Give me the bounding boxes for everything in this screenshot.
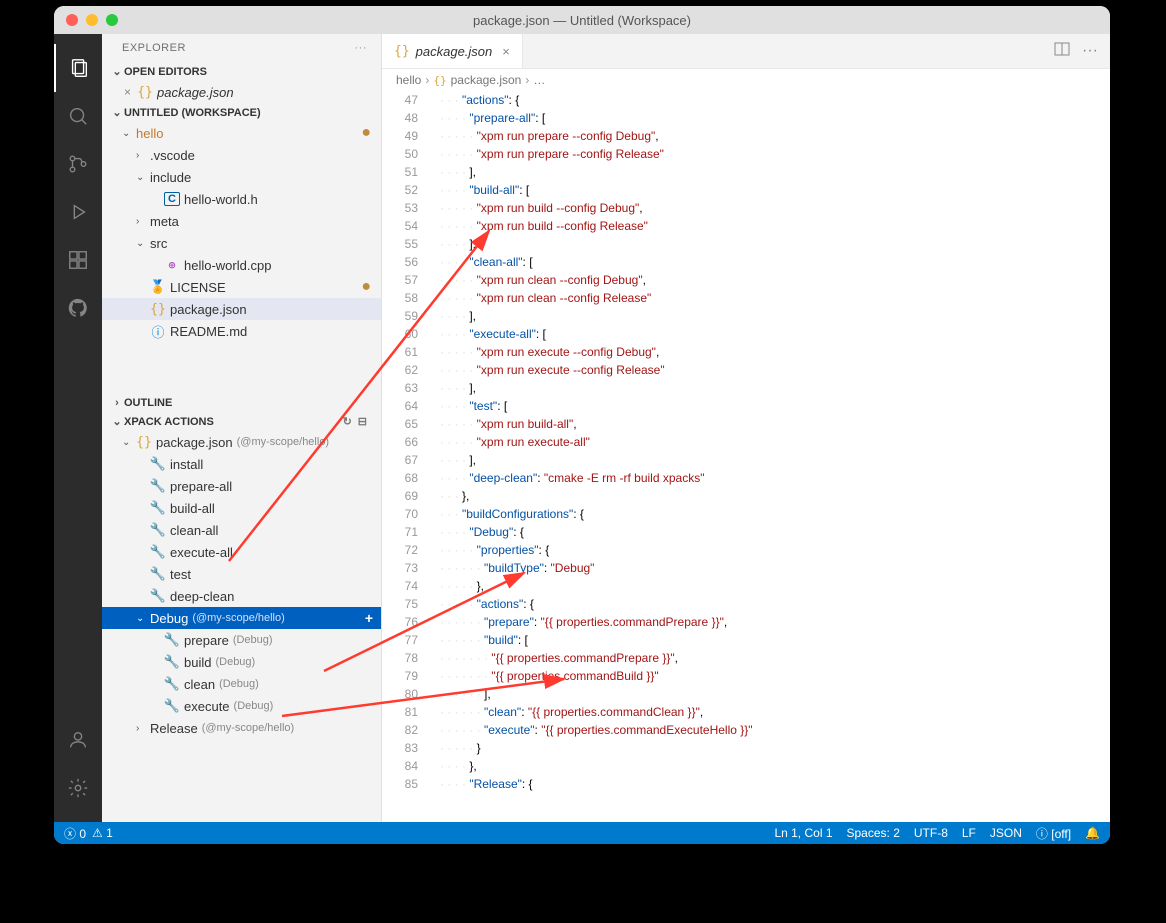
- json-icon: {}: [394, 44, 410, 59]
- folder-include[interactable]: ⌄include: [102, 166, 381, 188]
- accounts-icon[interactable]: [54, 716, 102, 764]
- xpack-action-clean[interactable]: 🔧clean(Debug): [102, 673, 381, 695]
- warnings-status[interactable]: ⚠ 1: [92, 826, 113, 840]
- folder-meta[interactable]: ›meta: [102, 210, 381, 232]
- search-icon[interactable]: [54, 92, 102, 140]
- window-title: package.json — Untitled (Workspace): [54, 13, 1110, 28]
- license-icon: 🏅: [150, 279, 166, 295]
- xpack-action-deep-clean[interactable]: 🔧deep-clean: [102, 585, 381, 607]
- xpack-action-test[interactable]: 🔧test: [102, 563, 381, 585]
- wrench-icon: 🔧: [164, 632, 180, 648]
- folder-src[interactable]: ⌄src: [102, 232, 381, 254]
- eol[interactable]: LF: [962, 826, 976, 840]
- more-actions-icon[interactable]: ···: [1082, 42, 1098, 60]
- workspace-header[interactable]: ⌄ UNTITLED (WORKSPACE): [102, 103, 381, 122]
- errors-status[interactable]: ⓧ 0: [64, 825, 86, 842]
- breadcrumb[interactable]: hello › {} package.json › …: [382, 69, 1110, 91]
- indentation[interactable]: Spaces: 2: [847, 826, 900, 840]
- file-hello-world.h[interactable]: Chello-world.h: [102, 188, 381, 210]
- wrench-icon: 🔧: [164, 654, 180, 670]
- xpack-actions-header[interactable]: ⌄ XPACK ACTIONS ↻ ⊟: [102, 412, 381, 431]
- outline-header[interactable]: › OUTLINE: [102, 394, 381, 412]
- xpack-config-Debug[interactable]: ⌄Debug(@my-scope/hello)+: [102, 607, 381, 629]
- more-actions-icon[interactable]: ···: [355, 42, 368, 54]
- github-icon[interactable]: [54, 284, 102, 332]
- tab-bar: {} package.json × ···: [382, 34, 1110, 69]
- split-editor-icon[interactable]: [1054, 41, 1070, 62]
- wrench-icon: 🔧: [164, 698, 180, 714]
- xpack-action-prepare-all[interactable]: 🔧prepare-all: [102, 475, 381, 497]
- wrench-icon: 🔧: [150, 544, 166, 560]
- xpack-action-clean-all[interactable]: 🔧clean-all: [102, 519, 381, 541]
- notifications-icon[interactable]: 🔔: [1085, 826, 1100, 840]
- xpack-action-build[interactable]: 🔧build(Debug): [102, 651, 381, 673]
- folder-hello[interactable]: ⌄hello●: [102, 122, 381, 144]
- wrench-icon: 🔧: [150, 478, 166, 494]
- port-status[interactable]: ⓘ [off]: [1036, 825, 1071, 842]
- json-icon: {}: [150, 302, 166, 317]
- open-editor-item[interactable]: × {} package.json: [102, 81, 381, 103]
- c-file-icon: C: [164, 192, 180, 206]
- titlebar[interactable]: package.json — Untitled (Workspace): [54, 6, 1110, 34]
- folder-.vscode[interactable]: ›.vscode: [102, 144, 381, 166]
- wrench-icon: 🔧: [150, 588, 166, 604]
- settings-gear-icon[interactable]: [54, 764, 102, 812]
- extensions-icon[interactable]: [54, 236, 102, 284]
- refresh-icon[interactable]: ↻: [343, 415, 352, 428]
- wrench-icon: 🔧: [150, 522, 166, 538]
- wrench-icon: 🔧: [150, 456, 166, 472]
- file-README.md[interactable]: ⓘREADME.md: [102, 320, 381, 342]
- source-control-icon[interactable]: [54, 140, 102, 188]
- encoding[interactable]: UTF-8: [914, 826, 948, 840]
- wrench-icon: 🔧: [150, 566, 166, 582]
- cursor-position[interactable]: Ln 1, Col 1: [774, 826, 832, 840]
- xpack-config-Release[interactable]: ›Release(@my-scope/hello): [102, 717, 381, 739]
- xpack-action-execute[interactable]: 🔧execute(Debug): [102, 695, 381, 717]
- close-tab-icon[interactable]: ×: [502, 44, 510, 59]
- file-hello-world.cpp[interactable]: ⊕hello-world.cpp: [102, 254, 381, 276]
- xpack-action-execute-all[interactable]: 🔧execute-all: [102, 541, 381, 563]
- xpack-root[interactable]: ⌄{}package.json(@my-scope/hello): [102, 431, 381, 453]
- json-icon: {}: [137, 85, 153, 100]
- xpack-action-install[interactable]: 🔧install: [102, 453, 381, 475]
- status-bar: ⓧ 0 ⚠ 1 Ln 1, Col 1 Spaces: 2 UTF-8 LF J…: [54, 822, 1110, 844]
- xpack-action-build-all[interactable]: 🔧build-all: [102, 497, 381, 519]
- file-package.json[interactable]: {}package.json: [102, 298, 381, 320]
- collapse-all-icon[interactable]: ⊟: [358, 415, 367, 428]
- run-debug-icon[interactable]: [54, 188, 102, 236]
- language-mode[interactable]: JSON: [990, 826, 1022, 840]
- xpack-action-prepare[interactable]: 🔧prepare(Debug): [102, 629, 381, 651]
- add-icon[interactable]: +: [365, 610, 373, 626]
- code-editor[interactable]: 4748495051525354555657585960616263646566…: [382, 91, 1110, 822]
- open-editors-header[interactable]: ⌄ OPEN EDITORS: [102, 62, 381, 81]
- tab-package-json[interactable]: {} package.json ×: [382, 34, 523, 68]
- wrench-icon: 🔧: [164, 676, 180, 692]
- wrench-icon: 🔧: [150, 500, 166, 516]
- sidebar: EXPLORER ··· ⌄ OPEN EDITORS × {} package…: [102, 34, 382, 822]
- json-icon: {}: [136, 435, 152, 450]
- explorer-icon[interactable]: [54, 44, 102, 92]
- explorer-title: EXPLORER: [122, 42, 186, 54]
- json-icon: {}: [433, 74, 446, 87]
- info-icon: ⓘ: [150, 322, 166, 341]
- activity-bar: [54, 34, 102, 822]
- close-editor-icon[interactable]: ×: [124, 85, 131, 99]
- cpp-file-icon: ⊕: [164, 258, 180, 272]
- file-LICENSE[interactable]: 🏅LICENSE●: [102, 276, 381, 298]
